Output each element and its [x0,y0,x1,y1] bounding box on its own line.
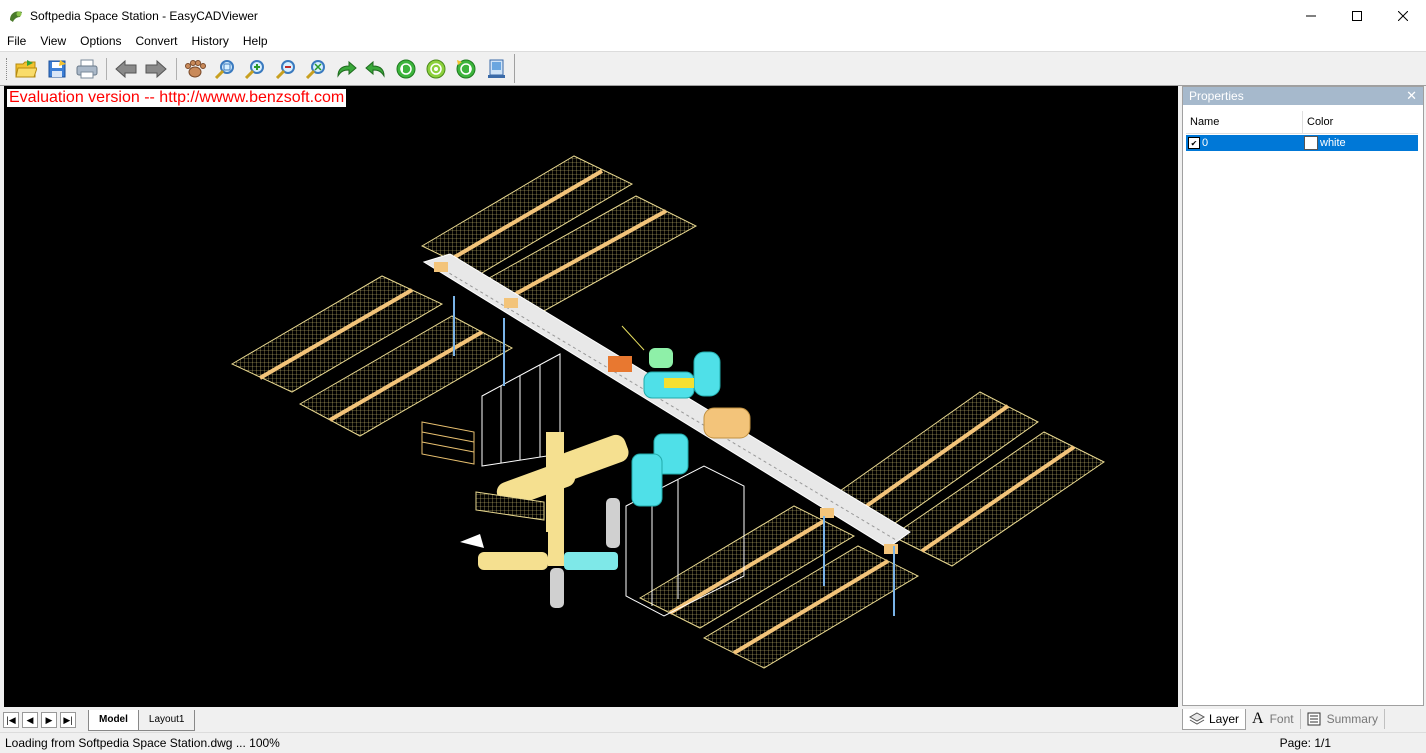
menu-view[interactable]: View [33,31,73,51]
minimize-button[interactable] [1288,0,1334,31]
menu-history[interactable]: History [185,31,236,51]
forward-button[interactable] [143,56,168,82]
properties-tab-bar: Layer A Font Summary [1182,708,1426,730]
open-button[interactable] [14,56,39,82]
status-message: Loading from Softpedia Space Station.dwg… [5,736,280,750]
export-icon [487,59,505,78]
prev-sheet-button[interactable]: ◀ [22,712,38,728]
layer-grid-header: Name Color [1186,111,1418,134]
save-icon [48,59,66,77]
minimize-icon [1306,15,1316,16]
font-icon: A [1252,710,1264,727]
panel-close-icon[interactable]: ✕ [1406,88,1417,104]
toolbar-grip[interactable] [6,57,10,80]
rotate-left-button[interactable] [394,56,419,82]
forward-icon [145,59,167,78]
close-icon [1398,10,1408,21]
tab-layer-label: Layer [1209,711,1240,726]
rotate-left-icon [396,59,416,78]
zoom-out-button[interactable] [273,56,298,82]
window-title: Softpedia Space Station - EasyCADViewer [30,8,258,23]
layer-icon [1189,711,1205,725]
zoom-extents-button[interactable] [303,56,328,82]
evaluation-banner: Evaluation version -- http://wwww.benzso… [7,89,347,107]
back-button[interactable] [113,56,138,82]
rotate-right-button[interactable] [454,56,479,82]
tab-model[interactable]: Model [88,709,139,731]
rotate-center-icon [426,59,446,78]
column-name[interactable]: Name [1186,111,1303,133]
open-icon [15,59,38,77]
tab-font[interactable]: A Font [1246,709,1301,729]
properties-header: Properties ✕ [1183,87,1423,105]
back-icon [115,59,137,78]
status-bar: Loading from Softpedia Space Station.dwg… [0,732,1426,753]
redo-button[interactable] [333,56,358,82]
maximize-icon [1352,10,1362,21]
title-bar: Softpedia Space Station - EasyCADViewer [0,0,1426,31]
layer-name: 0 [1202,137,1209,149]
redo-icon [337,60,357,78]
next-sheet-button[interactable]: ▶ [41,712,57,728]
layer-visible-checkbox[interactable]: ✔ [1188,137,1200,149]
close-button[interactable] [1380,0,1426,31]
menu-options[interactable]: Options [73,31,128,51]
layer-row[interactable]: ✔ 0 white [1186,135,1418,151]
properties-title: Properties [1189,89,1244,103]
sheet-tab-bar: |◀ ◀ ▶ ▶| Model Layout1 [0,709,1180,731]
tab-layer[interactable]: Layer [1182,708,1247,730]
toolbar [0,51,1426,86]
print-button[interactable] [74,56,99,82]
solar-array-upper-left [230,155,698,437]
first-sheet-button[interactable]: |◀ [3,712,19,728]
layer-color: white [1320,137,1346,149]
last-sheet-button[interactable]: ▶| [60,712,76,728]
print-icon [76,59,98,78]
zoom-window-icon [215,59,235,79]
zoom-out-icon [275,59,295,79]
undo-icon [365,60,385,78]
pan-icon [185,59,207,77]
summary-icon [1307,712,1321,726]
zoom-window-button[interactable] [213,56,238,82]
pan-button[interactable] [183,56,208,82]
menu-file[interactable]: File [0,31,33,51]
maximize-button[interactable] [1334,0,1380,31]
zoom-extents-icon [305,59,325,79]
menu-convert[interactable]: Convert [129,31,185,51]
menu-bar: File View Options Convert History Help [0,31,1426,51]
zoom-in-icon [245,59,265,79]
tab-font-label: Font [1269,712,1294,726]
zoom-in-button[interactable] [243,56,268,82]
column-color[interactable]: Color [1303,111,1333,133]
rotate-center-button[interactable] [424,56,449,82]
page-indicator: Page: 1/1 [1279,736,1331,750]
tab-summary-label: Summary [1326,712,1378,726]
color-swatch[interactable] [1304,136,1318,150]
properties-panel: Properties ✕ Name Color ✔ 0 white [1182,86,1424,706]
save-button[interactable] [44,56,69,82]
undo-button[interactable] [363,56,388,82]
drawing-canvas[interactable]: Evaluation version -- http://wwww.benzso… [4,86,1178,707]
app-icon [10,10,22,22]
export-button[interactable] [484,56,509,82]
tab-layout1[interactable]: Layout1 [137,709,196,731]
menu-help[interactable]: Help [236,31,275,51]
rotate-right-icon [456,59,476,78]
cad-drawing [230,155,1105,669]
tab-summary[interactable]: Summary [1301,709,1385,729]
